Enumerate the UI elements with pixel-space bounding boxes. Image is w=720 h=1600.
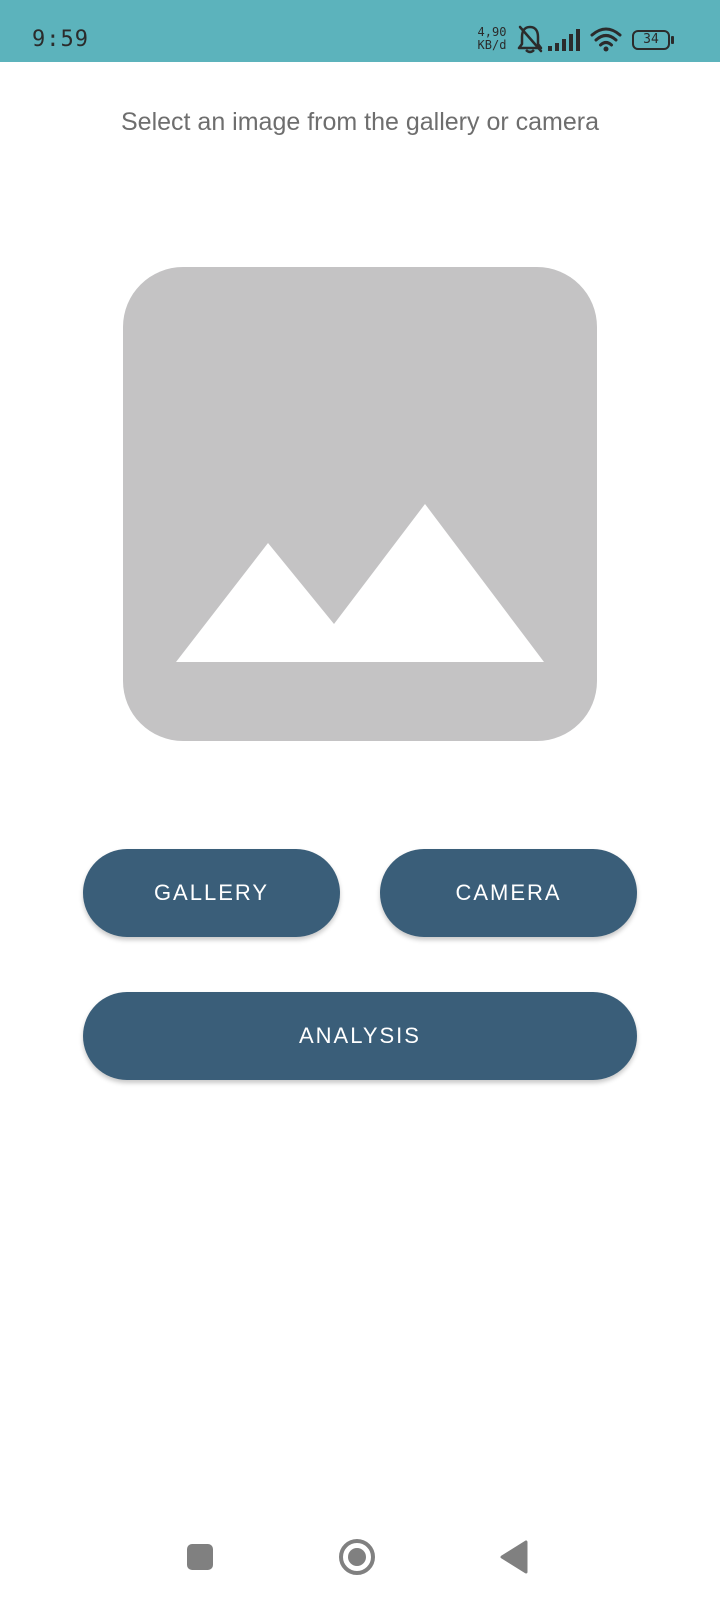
home-icon[interactable]	[338, 1538, 376, 1576]
analysis-button[interactable]: ANALYSIS	[83, 992, 637, 1080]
battery-icon: 34	[632, 30, 674, 50]
navigation-bar	[0, 1520, 720, 1600]
camera-button[interactable]: CAMERA	[380, 849, 637, 937]
network-speed-unit: KB/d	[477, 38, 507, 52]
image-placeholder-icon	[176, 504, 544, 662]
wifi-icon	[590, 27, 622, 52]
network-speed: 4,90 KB/d	[472, 26, 512, 52]
bell-off-icon	[517, 25, 543, 54]
recent-apps-icon[interactable]	[187, 1544, 213, 1570]
status-bar: 9:59 4,90 KB/d 34	[0, 0, 720, 62]
instruction-text: Select an image from the gallery or came…	[121, 108, 599, 136]
selected-image-preview	[123, 267, 597, 741]
back-icon[interactable]	[500, 1540, 530, 1574]
status-time: 9:59	[32, 27, 89, 52]
cell-signal-icon	[548, 29, 580, 51]
gallery-button[interactable]: GALLERY	[83, 849, 340, 937]
